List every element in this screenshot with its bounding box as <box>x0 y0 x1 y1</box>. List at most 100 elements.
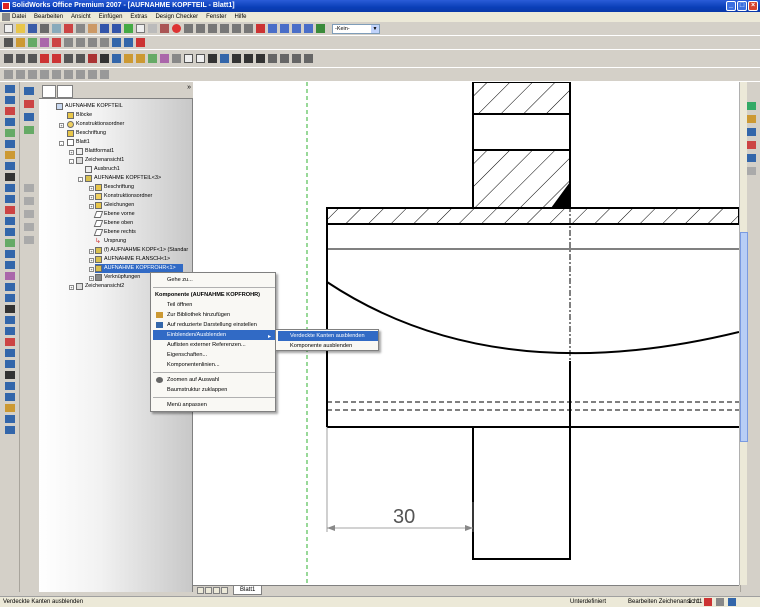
zoom-fit-icon[interactable] <box>184 24 193 33</box>
help-icon[interactable] <box>160 24 169 33</box>
record-icon[interactable] <box>172 24 181 33</box>
collapse-icon[interactable]: - <box>78 177 83 182</box>
area-hatch-icon[interactable] <box>24 197 34 205</box>
tree-item-origin[interactable]: ↳ Ursprung <box>95 237 126 246</box>
center-line-icon[interactable] <box>5 360 15 368</box>
smart-dimension-icon[interactable] <box>16 38 25 47</box>
tree-item-design-folder[interactable]: Konstruktionsordner <box>67 120 124 129</box>
help-status-icon[interactable] <box>728 598 736 606</box>
model-items-icon[interactable] <box>28 38 37 47</box>
line-style-icon[interactable] <box>196 54 205 63</box>
rebuild-status-icon[interactable] <box>704 598 712 606</box>
save-icon[interactable] <box>28 24 37 33</box>
menu-item-zoom[interactable]: Zoomen auf Auswahl <box>153 375 275 385</box>
rebuild-icon[interactable] <box>124 24 133 33</box>
units-icon[interactable] <box>716 598 724 606</box>
predefined-view-icon[interactable] <box>124 54 133 63</box>
scrollbar-thumb[interactable] <box>740 232 748 442</box>
cut-icon[interactable] <box>64 24 73 33</box>
hole-callout-icon[interactable] <box>124 38 133 47</box>
hatch-fill-icon[interactable] <box>24 184 34 192</box>
layer-icon[interactable] <box>184 54 193 63</box>
tab-feature-tree[interactable] <box>42 85 56 98</box>
sketch-fillet-icon[interactable] <box>24 223 34 231</box>
weld-symbol-icon[interactable] <box>76 38 85 47</box>
pattern-icon[interactable] <box>5 239 15 247</box>
broken-out-section-icon[interactable] <box>148 54 157 63</box>
collapse-panel-icon[interactable]: » <box>187 84 191 91</box>
expand-icon[interactable]: + <box>89 258 94 263</box>
sketch-point-icon[interactable] <box>5 162 15 170</box>
document-icon[interactable] <box>2 13 10 21</box>
expand-icon[interactable]: + <box>89 276 94 281</box>
menu-item-properties[interactable]: Eigenschaften... <box>153 350 275 360</box>
annotation-icon[interactable] <box>24 100 34 108</box>
tree-item-sub-design-folder[interactable]: Konstruktionsordner <box>95 192 152 201</box>
baseline-icon[interactable] <box>5 393 15 401</box>
tree-item-view1[interactable]: Zeichenansicht1 <box>76 156 124 165</box>
appearances-icon[interactable] <box>746 167 756 175</box>
sketch-tools-icon[interactable] <box>24 113 34 121</box>
menu-hilfe[interactable]: Hilfe <box>234 14 246 20</box>
detail-view-icon[interactable] <box>52 54 61 63</box>
empty-view-icon[interactable] <box>136 54 145 63</box>
midpoint-icon[interactable] <box>100 70 109 79</box>
tree-item-assembly[interactable]: AUFNAHME KOPFTEIL<3> <box>85 174 161 183</box>
new-icon[interactable] <box>4 24 13 33</box>
tree-item-top-plane[interactable]: Ebene oben <box>93 219 133 228</box>
expand-icon[interactable]: + <box>89 195 94 200</box>
options-icon[interactable] <box>148 24 157 33</box>
expand-icon[interactable]: + <box>89 204 94 209</box>
grid-icon[interactable] <box>4 70 13 79</box>
rotate-icon[interactable] <box>232 24 241 33</box>
tree-item-sub-annotations[interactable]: Beschriftung <box>95 183 134 192</box>
redo-icon[interactable] <box>112 24 121 33</box>
copy-icon[interactable] <box>76 24 85 33</box>
library-icon[interactable] <box>746 115 756 123</box>
menu-item-add-library[interactable]: Zur Bibliothek hinzufügen <box>153 310 275 320</box>
offset-icon[interactable] <box>5 195 15 203</box>
tree-item-view2[interactable]: Zeichenansicht2 <box>76 282 124 291</box>
zoom-selection-icon[interactable] <box>220 24 229 33</box>
align-bottom-icon[interactable] <box>304 54 313 63</box>
menu-einfuegen[interactable]: Einfügen <box>99 14 123 20</box>
bom-icon[interactable] <box>5 415 15 423</box>
first-sheet-button[interactable] <box>197 587 204 594</box>
open-icon[interactable] <box>16 24 25 33</box>
paste-icon[interactable] <box>88 24 97 33</box>
sheet-tab[interactable]: Blatt1 <box>233 586 263 595</box>
tree-item-front-plane[interactable]: Ebene vorne <box>93 210 135 219</box>
extend-icon[interactable] <box>5 217 15 225</box>
collapse-icon[interactable]: - <box>59 141 64 146</box>
layer-select[interactable]: -Kein- ▼ <box>332 23 380 34</box>
shaft-bottom[interactable] <box>472 426 571 560</box>
tree-item-annotations[interactable]: Beschriftung <box>67 129 106 138</box>
magnet-icon[interactable] <box>24 210 34 218</box>
prev-sheet-button[interactable] <box>205 587 212 594</box>
mirror-icon[interactable] <box>5 228 15 236</box>
tangent-icon[interactable] <box>40 70 49 79</box>
tree-item-equations[interactable]: Gleichungen <box>95 201 134 210</box>
pan-icon[interactable] <box>244 24 253 33</box>
color-display-icon[interactable] <box>256 54 265 63</box>
snap-icon[interactable] <box>88 70 97 79</box>
tree-item-breakout[interactable]: Ausbruch1 <box>85 165 120 174</box>
next-sheet-button[interactable] <box>213 587 220 594</box>
maximize-button[interactable]: □ <box>737 1 747 11</box>
menu-item-customize[interactable]: Menü anpassen <box>153 400 275 410</box>
chevron-down-icon[interactable]: ▼ <box>371 24 379 33</box>
text-icon[interactable] <box>5 294 15 302</box>
tree-item-part-kopf[interactable]: (f) AUFNAHME KOPF<1> (Standar <box>95 246 188 255</box>
dimension-icon[interactable] <box>5 371 15 379</box>
show-edge-icon[interactable] <box>244 54 253 63</box>
view-palette-icon[interactable] <box>746 154 756 162</box>
expand-icon[interactable]: + <box>69 150 74 155</box>
tree-item-right-plane[interactable]: Ebene rechts <box>93 228 136 237</box>
search-icon[interactable] <box>746 141 756 149</box>
wireframe-icon[interactable] <box>280 24 289 33</box>
ordinate-icon[interactable] <box>5 382 15 390</box>
spline-icon[interactable] <box>5 129 15 137</box>
relative-view-icon[interactable] <box>100 54 109 63</box>
menu-item-hide-component[interactable]: Komponente ausblenden <box>278 341 378 351</box>
shaft-top-section[interactable] <box>472 82 571 115</box>
